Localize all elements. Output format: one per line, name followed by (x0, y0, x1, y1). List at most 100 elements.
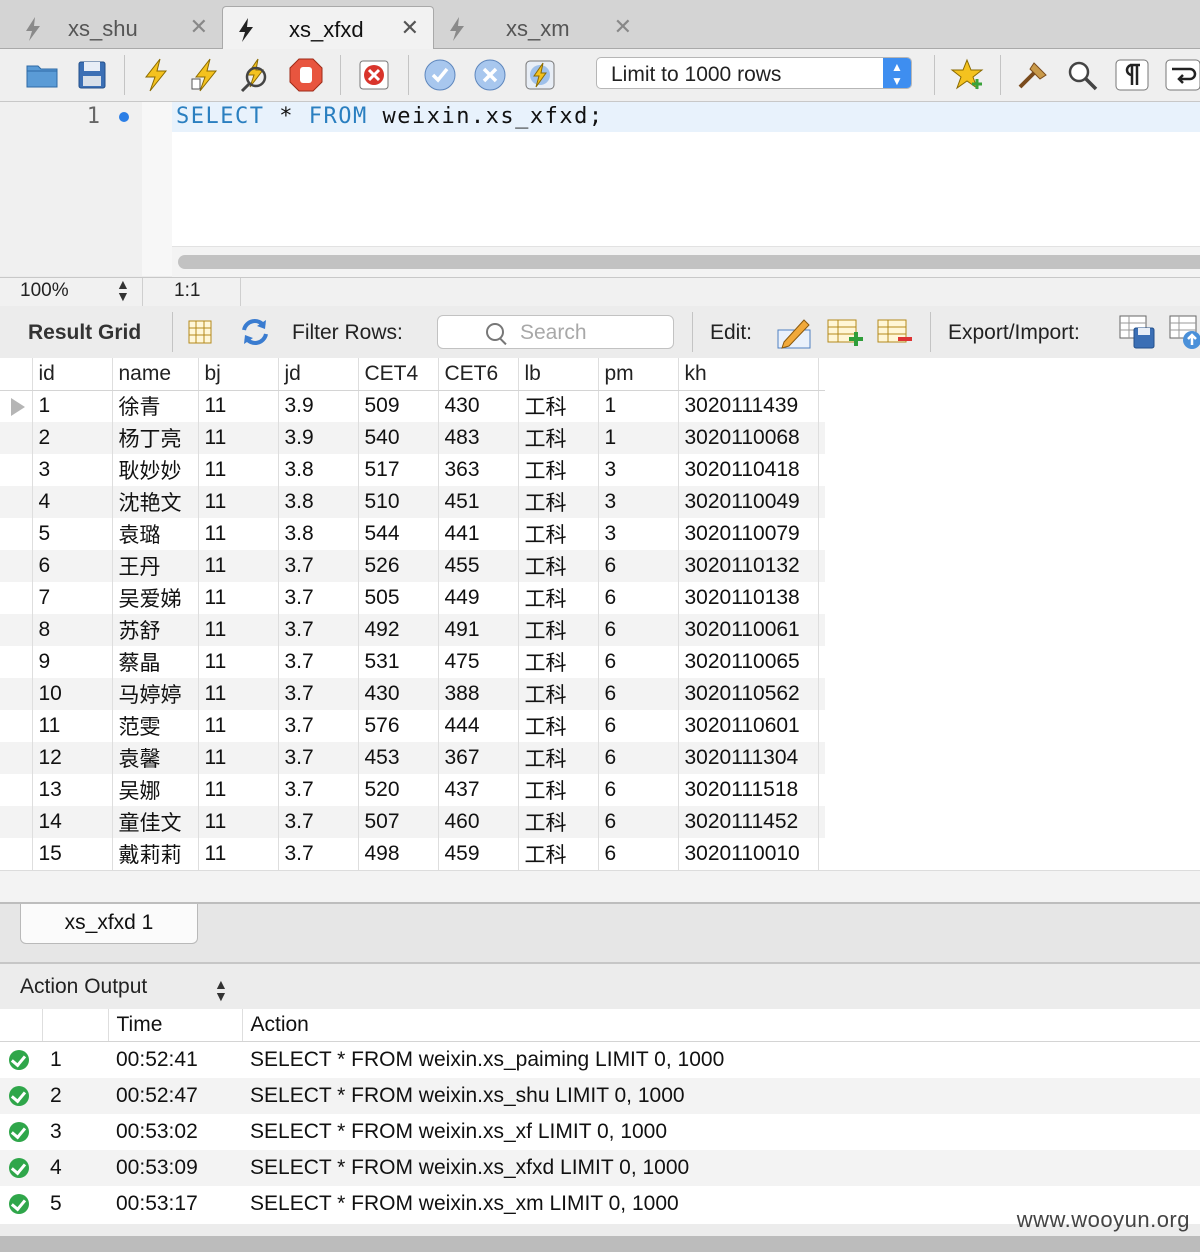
cell-bj[interactable]: 11 (198, 838, 279, 870)
result-grid-label[interactable]: Result Grid (28, 321, 141, 345)
cell-jd[interactable]: 3.8 (278, 518, 359, 550)
column-header-id[interactable]: id (32, 358, 113, 391)
column-header-name[interactable]: name (112, 358, 199, 391)
cell-jd[interactable]: 3.7 (278, 806, 359, 838)
cell-cet4[interactable]: 517 (358, 454, 439, 486)
cell-cet4[interactable]: 544 (358, 518, 439, 550)
action-output-row[interactable]: 1 00:52:41 SELECT * FROM weixin.xs_paiming… (0, 1042, 1200, 1079)
table-row[interactable]: 6 王丹 11 3.7 526 455 工科 6 3020110132 (0, 550, 825, 582)
cell-lb[interactable]: 工科 (518, 454, 599, 486)
cell-id[interactable]: 12 (32, 742, 113, 774)
cell-pm[interactable]: 6 (598, 582, 679, 614)
cell-bj[interactable]: 11 (198, 518, 279, 550)
sql-editor[interactable]: 1 SELECT * FROM weixin.xs_xfxd; (0, 102, 1200, 277)
cell-jd[interactable]: 3.8 (278, 454, 359, 486)
cell-id[interactable]: 15 (32, 838, 113, 870)
cell-lb[interactable]: 工科 (518, 614, 599, 646)
cell-jd[interactable]: 3.7 (278, 742, 359, 774)
cell-cet6[interactable]: 483 (438, 422, 519, 454)
row-indicator[interactable] (0, 422, 33, 454)
cell-cet4[interactable]: 498 (358, 838, 439, 870)
cell-lb[interactable]: 工科 (518, 838, 599, 870)
export-icon[interactable] (1118, 314, 1158, 350)
cell-lb[interactable]: 工科 (518, 774, 599, 806)
open-folder-icon[interactable] (24, 57, 60, 93)
cell-lb[interactable]: 工科 (518, 486, 599, 518)
cell-cet4[interactable]: 510 (358, 486, 439, 518)
table-row[interactable]: 12 袁馨 11 3.7 453 367 工科 6 3020111304 (0, 742, 825, 774)
cell-kh[interactable]: 3020111304 (678, 742, 819, 774)
find-icon[interactable] (1064, 57, 1100, 93)
row-indicator[interactable] (0, 806, 33, 838)
toggle-error-stop-icon[interactable] (356, 57, 392, 93)
cell-kh[interactable]: 3020110562 (678, 678, 819, 710)
cell-pm[interactable]: 6 (598, 742, 679, 774)
cell-kh[interactable]: 3020110079 (678, 518, 819, 550)
cell-lb[interactable]: 工科 (518, 646, 599, 678)
table-row[interactable]: 7 吴爱娣 11 3.7 505 449 工科 6 3020110138 (0, 582, 825, 614)
action-output-row[interactable]: 2 00:52:47 SELECT * FROM weixin.xs_shu LIM… (0, 1078, 1200, 1114)
tab-xs-xfxd[interactable]: xs_xfxd ✕ (222, 6, 434, 49)
tab-xs-shu[interactable]: xs_shu ✕ (10, 6, 222, 48)
cell-lb[interactable]: 工科 (518, 742, 599, 774)
table-row[interactable]: 5 袁璐 11 3.8 544 441 工科 3 3020110079 (0, 518, 825, 550)
cell-pm[interactable]: 6 (598, 838, 679, 870)
cell-bj[interactable]: 11 (198, 486, 279, 518)
cell-pm[interactable]: 6 (598, 774, 679, 806)
column-header-jd[interactable]: jd (278, 358, 359, 391)
row-indicator[interactable] (0, 390, 33, 422)
cell-name[interactable]: 苏舒 (112, 614, 199, 646)
row-indicator[interactable] (0, 486, 33, 518)
scrollbar-thumb[interactable] (178, 255, 1200, 269)
action-output-row[interactable]: 3 00:53:02 SELECT * FROM weixin.xs_xf LIMI… (0, 1114, 1200, 1150)
cell-pm[interactable]: 6 (598, 678, 679, 710)
cell-cet6[interactable]: 367 (438, 742, 519, 774)
cell-cet6[interactable]: 455 (438, 550, 519, 582)
row-indicator[interactable] (0, 454, 33, 486)
table-row[interactable]: 10 马婷婷 11 3.7 430 388 工科 6 3020110562 (0, 678, 825, 710)
table-row[interactable]: 1 徐青 11 3.9 509 430 工科 1 3020111439 (0, 390, 825, 422)
cell-lb[interactable]: 工科 (518, 518, 599, 550)
cell-name[interactable]: 袁馨 (112, 742, 199, 774)
cell-cet4[interactable]: 531 (358, 646, 439, 678)
cell-name[interactable]: 王丹 (112, 550, 199, 582)
cell-pm[interactable]: 6 (598, 646, 679, 678)
cell-name[interactable]: 袁璐 (112, 518, 199, 550)
column-header-cet4[interactable]: CET4 (358, 358, 439, 391)
zoom-level[interactable]: 100% (20, 280, 69, 302)
cell-jd[interactable]: 3.9 (278, 422, 359, 454)
horizontal-scrollbar[interactable] (172, 246, 1200, 277)
edit-row-icon[interactable] (776, 314, 814, 350)
cell-name[interactable]: 范雯 (112, 710, 199, 742)
cell-name[interactable]: 徐青 (112, 390, 199, 422)
cell-kh[interactable]: 3020111518 (678, 774, 819, 806)
search-input[interactable] (518, 320, 672, 346)
result-grid[interactable]: id name bj jd CET4 CET6 lb pm kh 1 徐青 11 3.9 509 430 工… (0, 358, 1200, 870)
execute-current-icon[interactable] (188, 57, 224, 93)
table-row[interactable]: 4 沈艳文 11 3.8 510 451 工科 3 3020110049 (0, 486, 825, 518)
row-indicator[interactable] (0, 646, 33, 678)
table-row[interactable]: 15 戴莉莉 11 3.7 498 459 工科 6 3020110010 (0, 838, 825, 870)
table-row[interactable]: 3 耿妙妙 11 3.8 517 363 工科 3 3020110418 (0, 454, 825, 486)
cell-name[interactable]: 马婷婷 (112, 678, 199, 710)
close-tab-icon[interactable]: ✕ (401, 15, 419, 41)
select-stepper-icon[interactable]: ▲ ▼ (883, 58, 911, 88)
cell-id[interactable]: 4 (32, 486, 113, 518)
close-tab-icon[interactable]: ✕ (614, 14, 632, 40)
row-indicator[interactable] (0, 518, 33, 550)
cell-bj[interactable]: 11 (198, 390, 279, 422)
cell-jd[interactable]: 3.7 (278, 646, 359, 678)
insert-row-icon[interactable] (826, 316, 864, 348)
cell-bj[interactable]: 11 (198, 646, 279, 678)
cell-cet6[interactable]: 430 (438, 390, 519, 422)
table-row[interactable]: 14 童佳文 11 3.7 507 460 工科 6 3020111452 (0, 806, 825, 838)
cell-name[interactable]: 吴爱娣 (112, 582, 199, 614)
execute-icon[interactable] (138, 57, 174, 93)
cell-cet4[interactable]: 526 (358, 550, 439, 582)
cell-cet4[interactable]: 540 (358, 422, 439, 454)
column-toggle-icon[interactable] (186, 318, 214, 346)
cell-id[interactable]: 7 (32, 582, 113, 614)
cell-jd[interactable]: 3.7 (278, 774, 359, 806)
invisible-chars-icon[interactable] (1114, 57, 1150, 93)
cell-id[interactable]: 14 (32, 806, 113, 838)
